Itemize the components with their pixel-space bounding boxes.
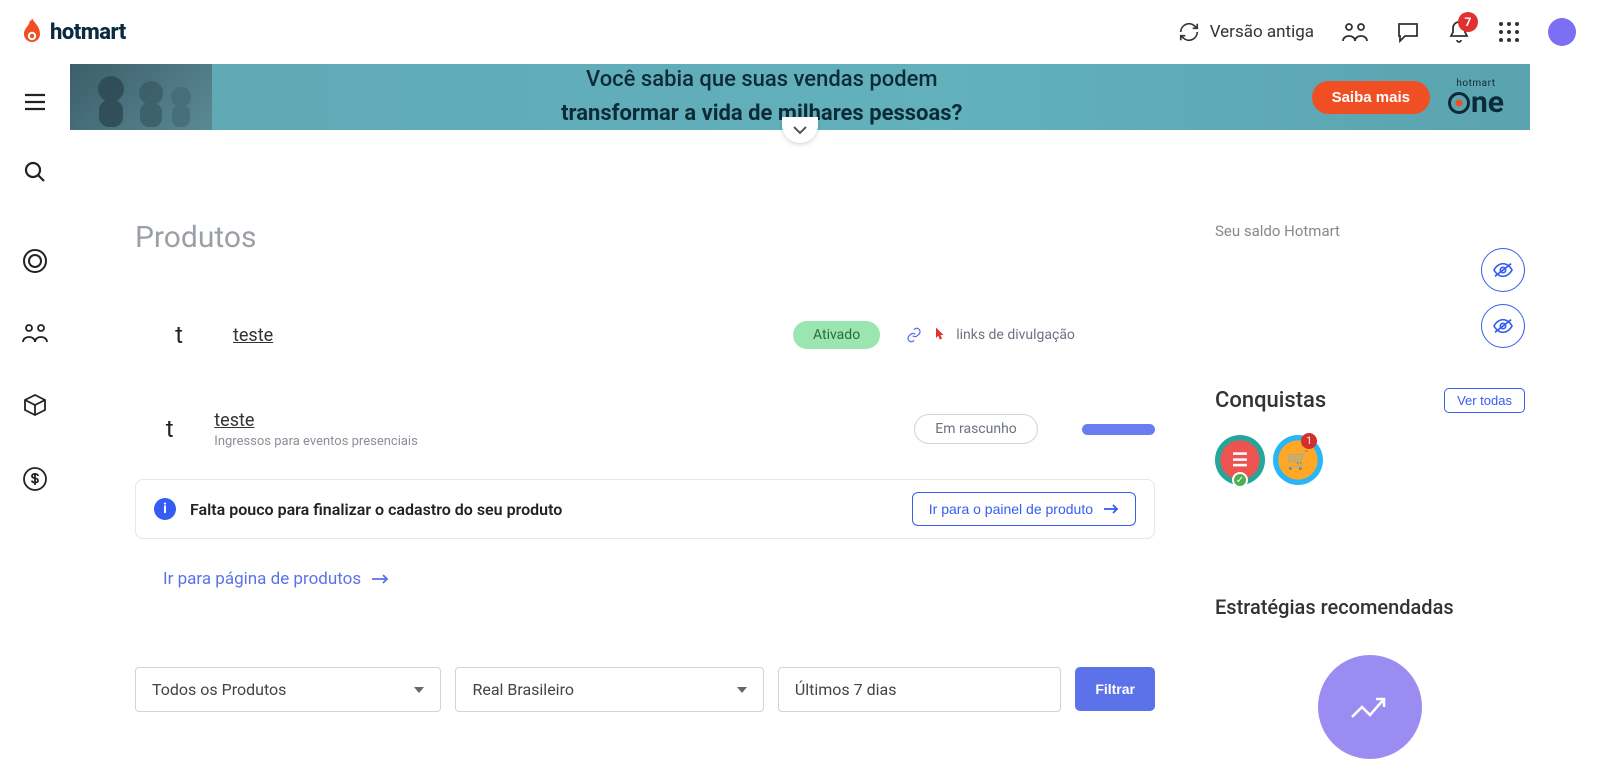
sidebar — [0, 64, 70, 732]
product-thumb: t — [155, 311, 203, 359]
filter-product-select[interactable]: Todos os Produtos — [135, 667, 441, 712]
eye-off-icon — [1492, 317, 1514, 335]
toggle-visibility-button[interactable] — [1481, 248, 1525, 292]
product-name-link[interactable]: teste — [214, 410, 254, 431]
notifications-icon[interactable]: 7 — [1448, 20, 1470, 44]
community-icon[interactable] — [1342, 21, 1368, 43]
filter-currency-select[interactable]: Real Brasileiro — [455, 667, 763, 712]
filters-row: Todos os Produtos Real Brasileiro Último… — [135, 667, 1155, 712]
banner-image — [70, 64, 212, 130]
banner-cta-button[interactable]: Saiba mais — [1312, 81, 1430, 114]
money-icon[interactable] — [22, 466, 48, 492]
view-all-achievements-button[interactable]: Ver todas — [1444, 388, 1525, 413]
product-subtitle: Ingressos para eventos presenciais — [214, 434, 474, 449]
product-name-link[interactable]: teste — [233, 325, 273, 346]
old-version-label: Versão antiga — [1210, 22, 1314, 42]
finish-registration-callout: i Falta pouco para finalizar o cadastro … — [135, 479, 1155, 539]
filter-button[interactable]: Filtrar — [1075, 667, 1155, 711]
check-icon: ✓ — [1232, 472, 1248, 488]
achievements-title: Conquistas — [1215, 388, 1326, 413]
achievement-badge[interactable]: ☰ ✓ — [1215, 435, 1265, 485]
badge-cart-icon: 🛒 — [1287, 450, 1309, 471]
product-row: t teste Ingressos para eventos presencia… — [135, 393, 1155, 475]
callout-text: Falta pouco para finalizar o cadastro do… — [190, 500, 898, 519]
banner-line-1: Você sabia que suas vendas podem — [232, 63, 1292, 97]
divulgacao-label: links de divulgação — [956, 327, 1075, 343]
old-version-link[interactable]: Versão antiga — [1178, 21, 1314, 43]
product-thumb: t — [155, 405, 184, 453]
brand-text: hotmart — [50, 20, 126, 45]
arrow-right-icon — [371, 573, 389, 585]
redacted-value — [1082, 424, 1155, 435]
strategy-bubble[interactable] — [1318, 655, 1422, 759]
status-badge-draft: Em rascunho — [914, 414, 1038, 444]
chevron-down-icon — [414, 687, 424, 693]
filter-range-select[interactable]: Últimos 7 dias — [778, 667, 1061, 712]
search-icon[interactable] — [23, 160, 47, 184]
toggle-visibility-button[interactable] — [1481, 304, 1525, 348]
arrow-right-icon — [1103, 503, 1119, 515]
status-badge-active: Ativado — [793, 321, 880, 349]
divulgacao-links[interactable]: links de divulgação — [906, 326, 1075, 344]
people-icon[interactable] — [21, 322, 49, 344]
menu-icon[interactable] — [23, 92, 47, 112]
cursor-icon — [930, 326, 948, 344]
go-to-products-page-link[interactable]: Ir para página de produtos — [163, 569, 389, 589]
achievement-badge[interactable]: 🛒 1 — [1273, 435, 1323, 485]
banner-text: Você sabia que suas vendas podem transfo… — [212, 63, 1312, 131]
refresh-icon — [1178, 21, 1200, 43]
product-row: t teste Ativado links de divulgação — [135, 299, 1155, 393]
chat-icon[interactable] — [1396, 21, 1420, 43]
box-icon[interactable] — [22, 392, 48, 418]
chart-up-icon — [1348, 689, 1392, 725]
flame-icon — [20, 18, 44, 46]
strategies-title: Estratégias recomendadas — [1215, 595, 1525, 619]
banner-line-2: transformar a vida de milhares pessoas? — [232, 97, 1292, 131]
chevron-down-icon — [737, 687, 747, 693]
apps-grid-icon[interactable] — [1498, 21, 1520, 43]
notification-badge: 7 — [1458, 12, 1478, 32]
target-icon[interactable] — [22, 248, 48, 274]
brand-logo[interactable]: hotmart — [20, 18, 126, 46]
banner-one-logo: hotmart ne — [1448, 78, 1504, 116]
link-icon — [906, 327, 922, 343]
eye-off-icon — [1492, 261, 1514, 279]
page-title: Produtos — [135, 220, 1155, 255]
go-to-product-panel-button[interactable]: Ir para o painel de produto — [912, 492, 1136, 526]
badge-id-icon: ☰ — [1232, 450, 1248, 471]
info-icon: i — [154, 498, 176, 520]
user-avatar[interactable] — [1548, 18, 1576, 46]
badge-count: 1 — [1301, 433, 1317, 449]
promo-banner: Você sabia que suas vendas podem transfo… — [70, 64, 1530, 130]
balance-label: Seu saldo Hotmart — [1215, 222, 1525, 240]
